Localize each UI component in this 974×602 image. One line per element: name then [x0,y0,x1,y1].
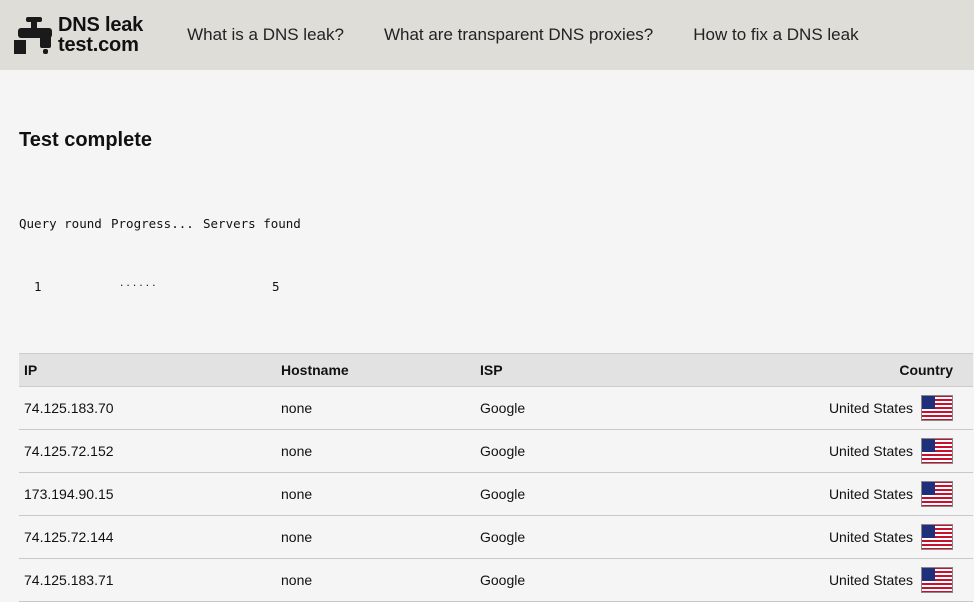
th-country: Country [899,362,953,378]
cell-ip: 74.125.183.70 [19,386,276,430]
progress-header-row: Query round Progress... Servers found [19,213,974,234]
cell-hostname: none [276,429,475,473]
cell-ip: 74.125.183.71 [19,558,276,602]
site-logo[interactable]: DNS leak test.com [14,15,143,55]
nav-transparent-dns-proxies[interactable]: What are transparent DNS proxies? [384,25,653,45]
th-isp: ISP [480,362,503,378]
table-header-row: IP Hostname ISP Country [19,353,973,387]
cell-hostname: none [276,472,475,516]
main-content: Test complete Query round Progress... Se… [0,70,974,602]
cell-country: United States [609,429,973,473]
nav-what-is-dns-leak[interactable]: What is a DNS leak? [187,25,344,45]
us-flag-icon [921,481,953,507]
nav-how-to-fix[interactable]: How to fix a DNS leak [693,25,858,45]
table-row: 74.125.72.144 none Google United States [19,515,973,559]
cell-hostname: none [276,558,475,602]
cell-country: United States [609,515,973,559]
cell-country: United States [609,558,973,602]
table-row: 173.194.90.15 none Google United States [19,472,973,516]
country-name: United States [828,443,913,459]
us-flag-icon [921,567,953,593]
table-row: 74.125.72.152 none Google United States [19,429,973,473]
header-bar: DNS leak test.com What is a DNS leak? Wh… [0,0,974,70]
cell-isp: Google [475,386,610,430]
cell-hostname: none [276,386,475,430]
page-title: Test complete [19,129,152,151]
cell-isp: Google [475,558,610,602]
us-flag-icon [921,395,953,421]
country-name: United States [828,529,913,545]
th-hostname: Hostname [281,362,349,378]
col-query-round: Query round [19,216,102,231]
logo-line1: DNS leak [58,14,144,36]
cell-isp: Google [475,472,610,516]
servers-found-value: 5 [272,279,280,294]
faucet-icon [14,17,52,54]
col-servers-found: Servers found [203,216,301,231]
table-row: 74.125.183.71 none Google United States [19,558,973,602]
table-row: 74.125.183.70 none Google United States [19,386,973,430]
cell-hostname: none [276,515,475,559]
cell-ip: 74.125.72.152 [19,429,276,473]
progress-value-row: 1 ...... 5 [19,276,974,297]
col-progress: Progress... [111,216,194,231]
query-round-value: 1 [34,279,42,294]
cell-country: United States [609,472,973,516]
logo-text: DNS leak test.com [58,15,143,55]
logo-line2: test.com [58,34,139,56]
main-nav: What is a DNS leak? What are transparent… [187,25,898,45]
country-name: United States [828,486,913,502]
country-name: United States [828,400,913,416]
cell-country: United States [609,386,973,430]
cell-ip: 173.194.90.15 [19,472,276,516]
cell-isp: Google [475,515,610,559]
dns-servers-table: IP Hostname ISP Country 74.125.183.70 no… [19,353,973,602]
progress-panel: Query round Progress... Servers found 1 … [19,171,974,339]
progress-dots: ...... [119,279,158,289]
cell-ip: 74.125.72.144 [19,515,276,559]
us-flag-icon [921,524,953,550]
us-flag-icon [921,438,953,464]
cell-isp: Google [475,429,610,473]
country-name: United States [828,572,913,588]
